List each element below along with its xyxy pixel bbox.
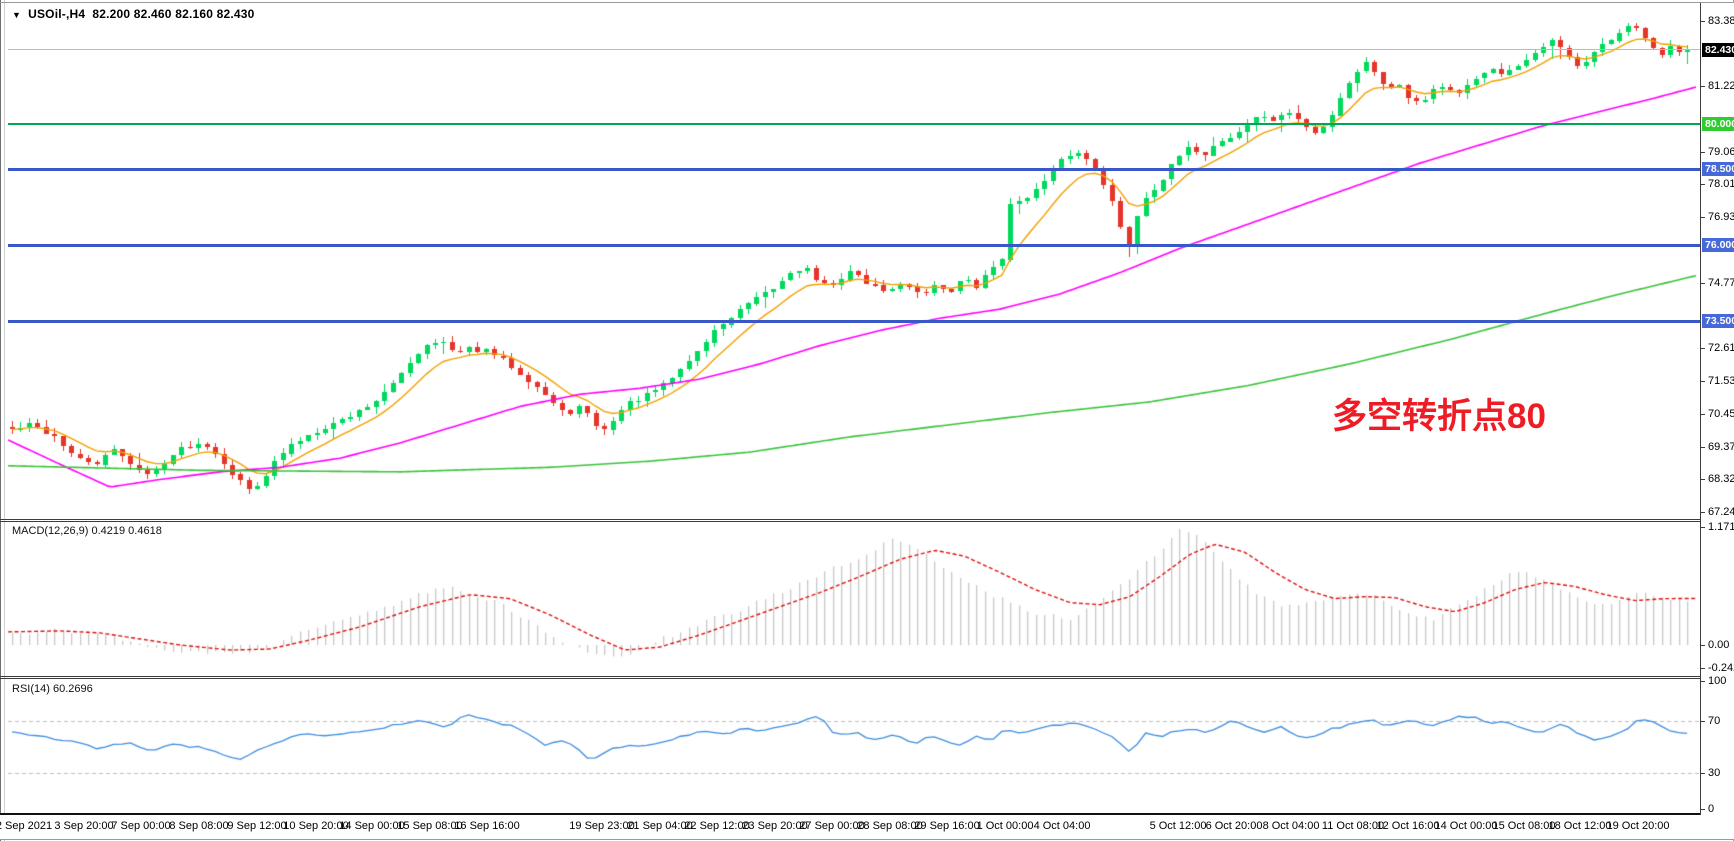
annotation-text[interactable]: 多空转折点80 bbox=[1332, 398, 1546, 437]
price-label-74.770: 74.770 bbox=[1708, 277, 1734, 289]
rsi-label: RSI(14) 60.2696 bbox=[12, 683, 93, 695]
price-label-72.610: 72.610 bbox=[1708, 342, 1734, 354]
price-label-81.220-tick bbox=[1701, 86, 1705, 87]
date-label-15: 29 Sep 16:00 bbox=[914, 820, 979, 832]
date-label-17: 4 Oct 04:00 bbox=[1034, 820, 1091, 832]
price-label-69.370-tick bbox=[1701, 447, 1705, 448]
price-label-74.770-tick bbox=[1701, 283, 1705, 284]
rsi-scale-70-tick bbox=[1701, 721, 1705, 722]
price-hline-80[interactable] bbox=[8, 123, 1700, 125]
price-label-83.380-tick bbox=[1701, 21, 1705, 22]
price-label-81.220: 81.220 bbox=[1708, 80, 1734, 92]
window-bottom-border bbox=[0, 839, 1734, 840]
date-label-26: 19 Oct 20:00 bbox=[1607, 820, 1670, 832]
price-label-68.320: 68.320 bbox=[1708, 473, 1734, 485]
rsi-scale-100: 100 bbox=[1708, 675, 1726, 687]
price-badge-82.430: 82.430 bbox=[1702, 43, 1734, 57]
price-label-72.610-tick bbox=[1701, 348, 1705, 349]
symbol-dropdown-icon[interactable]: ▼ bbox=[12, 10, 21, 20]
window-left-inner-border bbox=[4, 0, 5, 841]
price-hline-73.5[interactable] bbox=[8, 320, 1700, 323]
macd-scale-1.1711: 1.1711 bbox=[1708, 521, 1734, 533]
rsi-scale-100-tick bbox=[1701, 681, 1705, 682]
price-axis[interactable]: 83.380 81.220 79.060 78.010 76.930 74.770 72.6… bbox=[1700, 3, 1734, 815]
rsi-scale-0: 0 bbox=[1708, 803, 1714, 815]
rsi-scale-30-tick bbox=[1701, 773, 1705, 774]
price-label-68.320-tick bbox=[1701, 479, 1705, 480]
date-label-24: 15 Oct 08:00 bbox=[1493, 820, 1556, 832]
date-label-1: 3 Sep 20:00 bbox=[54, 820, 113, 832]
price-hline-76[interactable] bbox=[8, 244, 1700, 247]
date-label-16: 1 Oct 00:00 bbox=[977, 820, 1034, 832]
price-badge-80.000: 80.000 bbox=[1702, 117, 1734, 131]
macd-scale--0.2424: -0.2424 bbox=[1708, 662, 1734, 674]
price-badge-76.000: 76.000 bbox=[1702, 238, 1734, 252]
rsi-scale-70: 70 bbox=[1708, 715, 1720, 727]
date-label-12: 23 Sep 20:00 bbox=[742, 820, 807, 832]
macd-scale--0.2424-tick bbox=[1701, 668, 1705, 669]
rsi-scale-30: 30 bbox=[1708, 767, 1720, 779]
window-left-border bbox=[0, 0, 1, 841]
date-label-21: 11 Oct 08:00 bbox=[1322, 820, 1384, 832]
chart-window: ▼ USOil-,H4 82.200 82.460 82.160 82.430 M… bbox=[0, 0, 1734, 841]
price-label-71.530: 71.530 bbox=[1708, 375, 1734, 387]
price-label-76.930: 76.930 bbox=[1708, 211, 1734, 223]
date-label-13: 27 Sep 00:00 bbox=[799, 820, 864, 832]
price-label-79.060: 79.060 bbox=[1708, 146, 1734, 158]
price-label-78.010: 78.010 bbox=[1708, 178, 1734, 190]
price-label-79.060-tick bbox=[1701, 152, 1705, 153]
price-label-78.010-tick bbox=[1701, 184, 1705, 185]
date-label-11: 22 Sep 12:00 bbox=[684, 820, 749, 832]
date-label-25: 18 Oct 12:00 bbox=[1549, 820, 1612, 832]
date-label-23: 14 Oct 00:00 bbox=[1435, 820, 1498, 832]
date-label-10: 21 Sep 04:00 bbox=[627, 820, 692, 832]
price-label-71.530-tick bbox=[1701, 381, 1705, 382]
date-label-18: 5 Oct 12:00 bbox=[1150, 820, 1207, 832]
separator-macd-rsi[interactable] bbox=[0, 676, 1734, 677]
date-label-22: 12 Oct 16:00 bbox=[1377, 820, 1440, 832]
price-label-69.370: 69.370 bbox=[1708, 441, 1734, 453]
date-label-14: 28 Sep 08:00 bbox=[857, 820, 922, 832]
date-label-8: 16 Sep 16:00 bbox=[454, 820, 519, 832]
macd-scale-0.00-tick bbox=[1701, 645, 1705, 646]
date-label-9: 19 Sep 23:00 bbox=[569, 820, 634, 832]
macd-scale-1.1711-tick bbox=[1701, 527, 1705, 528]
price-badge-78.500: 78.500 bbox=[1702, 162, 1734, 176]
price-label-67.240-tick bbox=[1701, 512, 1705, 513]
date-label-20: 8 Oct 04:00 bbox=[1263, 820, 1320, 832]
price-hline-78.5[interactable] bbox=[8, 168, 1700, 171]
price-label-70.450-tick bbox=[1701, 414, 1705, 415]
ohlc-values: 82.200 82.460 82.160 82.430 bbox=[92, 7, 254, 21]
price-label-67.240: 67.240 bbox=[1708, 506, 1734, 518]
time-axis[interactable]: 2 Sep 20213 Sep 20:007 Sep 00:008 Sep 08… bbox=[0, 815, 1734, 839]
price-badge-73.500: 73.500 bbox=[1702, 314, 1734, 328]
price-label-83.380: 83.380 bbox=[1708, 15, 1734, 27]
separator-main-macd-2 bbox=[0, 521, 1734, 522]
date-label-7: 15 Sep 08:00 bbox=[397, 820, 462, 832]
price-hline-82.43[interactable] bbox=[8, 49, 1700, 50]
date-label-6: 14 Sep 00:00 bbox=[339, 820, 404, 832]
window-top-border bbox=[0, 2, 1734, 3]
separator-main-macd[interactable] bbox=[0, 519, 1734, 520]
date-label-0: 2 Sep 2021 bbox=[0, 820, 52, 832]
macd-label: MACD(12,26,9) 0.4219 0.4618 bbox=[12, 525, 162, 537]
date-label-3: 8 Sep 08:00 bbox=[169, 820, 228, 832]
separator-macd-rsi-2 bbox=[0, 678, 1734, 679]
macd-scale-0.00: 0.00 bbox=[1708, 639, 1729, 651]
chart-header: ▼ USOil-,H4 82.200 82.460 82.160 82.430 bbox=[12, 7, 255, 21]
date-label-19: 6 Oct 20:00 bbox=[1206, 820, 1263, 832]
symbol-title: USOil-,H4 bbox=[28, 7, 85, 21]
price-label-70.450: 70.450 bbox=[1708, 408, 1734, 420]
price-label-76.930-tick bbox=[1701, 217, 1705, 218]
date-label-4: 9 Sep 12:00 bbox=[227, 820, 286, 832]
rsi-scale-0-tick bbox=[1701, 809, 1705, 810]
date-label-2: 7 Sep 00:00 bbox=[111, 820, 170, 832]
